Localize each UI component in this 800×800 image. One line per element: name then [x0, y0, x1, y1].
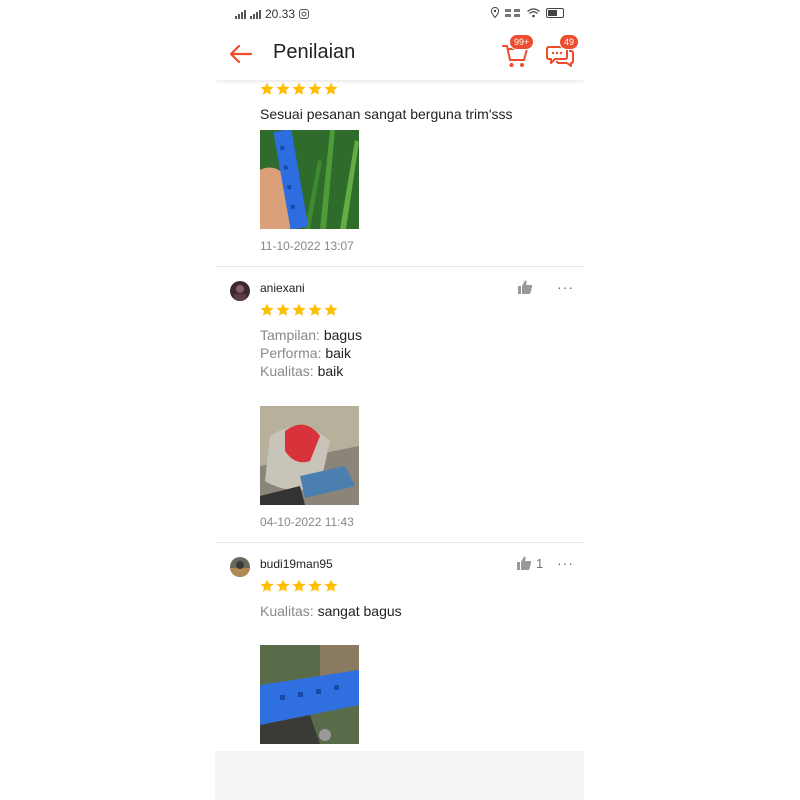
attribute-label: Kualitas:: [260, 363, 314, 379]
star-icon: [276, 303, 290, 316]
attribute-label: Kualitas:: [260, 603, 314, 619]
battery-icon: [546, 7, 564, 18]
star-icon: [276, 579, 290, 592]
reviewer-username[interactable]: aniexani: [260, 281, 305, 295]
bottom-area: [215, 751, 584, 800]
thumbs-up-icon[interactable]: [516, 555, 532, 571]
rating-stars: [260, 579, 338, 593]
attribute-value: bagus: [323, 327, 362, 343]
wifi-icon: [527, 7, 540, 17]
star-icon: [260, 82, 274, 95]
star-icon: [260, 303, 274, 316]
thumbs-up-icon[interactable]: [517, 279, 533, 295]
location-icon: [491, 7, 499, 18]
review-photo[interactable]: [260, 406, 359, 505]
divider: [215, 542, 584, 543]
like-count: 1: [536, 556, 544, 571]
attribute-value: baik: [317, 363, 344, 379]
attribute-value: baik: [325, 345, 352, 361]
star-icon: [308, 303, 322, 316]
status-time: 20.33: [265, 7, 296, 21]
rating-stars: [260, 82, 338, 96]
review-photo-image: [260, 130, 359, 229]
star-icon: [276, 82, 290, 95]
status-bar: 20.33: [215, 0, 584, 30]
star-icon: [292, 303, 306, 316]
signal-icon: [235, 9, 246, 19]
avatar[interactable]: [230, 281, 250, 301]
review-photo-image: [260, 645, 359, 744]
instagram-icon: [299, 9, 310, 19]
review-date: 11-10-2022 13:07: [260, 239, 354, 253]
attribute-label: Tampilan:: [260, 327, 320, 343]
review-comment: Sesuai pesanan sangat berguna trim'sss: [260, 106, 513, 122]
star-icon: [324, 82, 338, 95]
star-icon: [260, 579, 274, 592]
cart-button[interactable]: 99+: [500, 34, 535, 70]
signal-icon: [250, 9, 261, 19]
star-icon: [292, 579, 306, 592]
back-arrow-icon[interactable]: [227, 40, 255, 68]
attribute-value: sangat bagus: [317, 603, 402, 619]
chat-badge: 49: [559, 34, 580, 50]
divider: [215, 266, 584, 267]
rating-stars: [260, 303, 338, 317]
star-icon: [324, 579, 338, 592]
review-date: 04-10-2022 11:43: [260, 515, 354, 529]
star-icon: [308, 579, 322, 592]
phone-screen: 20.33 Penilaian 99+ 49 Sesuai pesanan sa…: [215, 0, 584, 800]
more-options-icon[interactable]: ···: [557, 279, 574, 295]
review-attribute: Kualitas: sangat bagus: [260, 602, 402, 620]
page-title: Penilaian: [273, 41, 356, 63]
review-attribute: Performa: baik: [260, 344, 351, 362]
attribute-label: Performa:: [260, 345, 322, 361]
network-indicator-icon: [505, 8, 520, 17]
review-photo-image: [260, 406, 359, 505]
avatar[interactable]: [230, 557, 250, 577]
star-icon: [308, 82, 322, 95]
reviewer-username[interactable]: budi19man95: [260, 557, 333, 571]
more-options-icon[interactable]: ···: [557, 555, 574, 571]
chat-button[interactable]: 49: [545, 34, 580, 70]
review-photo[interactable]: [260, 645, 359, 744]
star-icon: [324, 303, 338, 316]
review-attribute: Tampilan: bagus: [260, 326, 362, 344]
app-bar: Penilaian 99+ 49: [215, 30, 584, 80]
review-photo[interactable]: [260, 130, 359, 229]
cart-badge: 99+: [509, 34, 535, 50]
star-icon: [292, 82, 306, 95]
review-attribute: Kualitas: baik: [260, 362, 343, 380]
